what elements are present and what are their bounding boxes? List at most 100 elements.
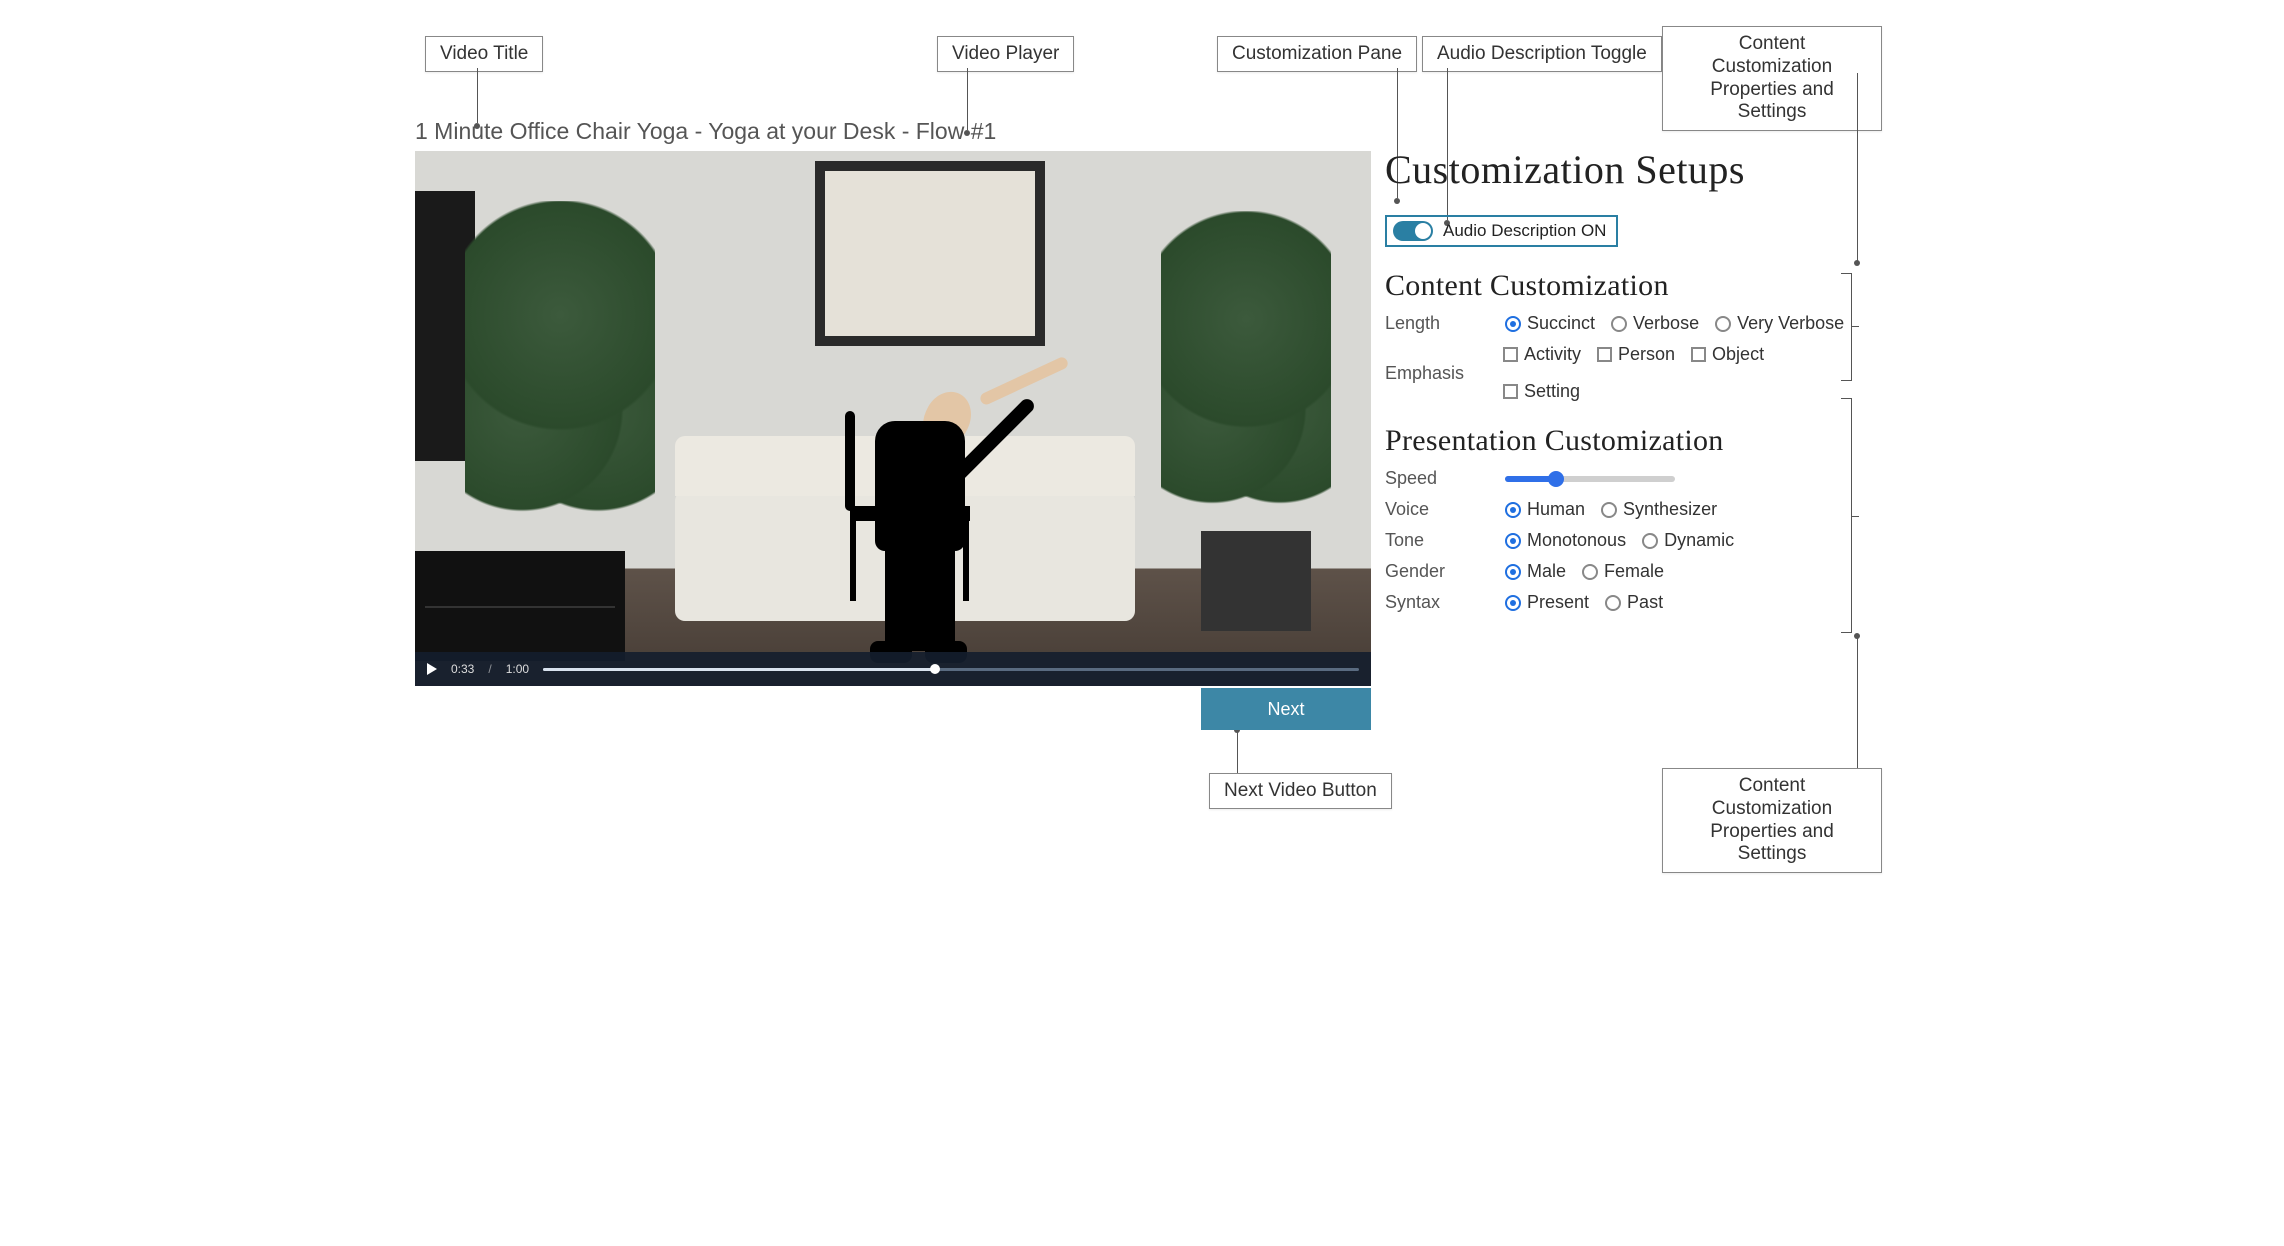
content-heading: Content Customization: [1385, 269, 1850, 303]
emphasis-person[interactable]: Person: [1597, 344, 1675, 365]
checkbox-icon: [1691, 347, 1706, 362]
video-area: 1 Minute Office Chair Yoga - Yoga at you…: [415, 118, 1371, 686]
customization-pane: Customization Setups Audio Description O…: [1385, 146, 1850, 623]
gender-option-male[interactable]: Male: [1505, 561, 1566, 582]
toggle-icon: [1393, 221, 1433, 241]
bracket-content: [1851, 273, 1852, 381]
presentation-heading: Presentation Customization: [1385, 424, 1850, 458]
option-label: Past: [1627, 592, 1663, 613]
connector: [1851, 326, 1859, 327]
voice-option-synth[interactable]: Synthesizer: [1601, 499, 1717, 520]
connector: [1857, 73, 1858, 263]
radio-icon: [1601, 502, 1617, 518]
tone-row: Tone Monotonous Dynamic: [1385, 530, 1850, 551]
tone-option-dynamic[interactable]: Dynamic: [1642, 530, 1734, 551]
callout-content-custom-props-bottom: Content Customization Properties and Set…: [1662, 768, 1882, 873]
emphasis-label: Emphasis: [1385, 363, 1483, 384]
speed-label: Speed: [1385, 468, 1485, 489]
option-label: Male: [1527, 561, 1566, 582]
radio-icon: [1505, 533, 1521, 549]
callout-content-custom-props-top: Content Customization Properties and Set…: [1662, 26, 1882, 131]
voice-label: Voice: [1385, 499, 1485, 520]
time-separator: /: [488, 662, 491, 676]
emphasis-object[interactable]: Object: [1691, 344, 1764, 365]
emphasis-row: Emphasis Activity Person Object Setting: [1385, 344, 1850, 402]
emphasis-activity[interactable]: Activity: [1503, 344, 1581, 365]
emphasis-options: Activity Person Object Setting: [1503, 344, 1850, 402]
gender-label: Gender: [1385, 561, 1485, 582]
syntax-option-present[interactable]: Present: [1505, 592, 1589, 613]
radio-icon: [1715, 316, 1731, 332]
tone-option-mono[interactable]: Monotonous: [1505, 530, 1626, 551]
syntax-label: Syntax: [1385, 592, 1485, 613]
callout-video-player: Video Player: [937, 36, 1074, 72]
length-label: Length: [1385, 313, 1485, 334]
radio-icon: [1505, 564, 1521, 580]
connector: [1851, 516, 1859, 517]
option-label: Verbose: [1633, 313, 1699, 334]
option-label: Very Verbose: [1737, 313, 1844, 334]
emphasis-setting[interactable]: Setting: [1503, 381, 1580, 402]
length-row: Length Succinct Verbose Very Verbose: [1385, 313, 1850, 334]
gender-options: Male Female: [1505, 561, 1664, 582]
gender-row: Gender Male Female: [1385, 561, 1850, 582]
progress-thumb[interactable]: [930, 664, 940, 674]
radio-icon: [1505, 502, 1521, 518]
option-label: Setting: [1524, 381, 1580, 402]
slider-thumb[interactable]: [1548, 471, 1564, 487]
voice-options: Human Synthesizer: [1505, 499, 1717, 520]
callout-customization-pane: Customization Pane: [1217, 36, 1417, 72]
option-label: Person: [1618, 344, 1675, 365]
connector: [1237, 730, 1238, 773]
toggle-label: Audio Description ON: [1443, 221, 1606, 241]
audio-description-toggle[interactable]: Audio Description ON: [1385, 215, 1618, 247]
video-scene: [415, 151, 1371, 686]
voice-option-human[interactable]: Human: [1505, 499, 1585, 520]
radio-icon: [1605, 595, 1621, 611]
callout-audio-desc-toggle: Audio Description Toggle: [1422, 36, 1662, 72]
tone-options: Monotonous Dynamic: [1505, 530, 1734, 551]
checkbox-icon: [1503, 384, 1518, 399]
length-option-succinct[interactable]: Succinct: [1505, 313, 1595, 334]
length-option-verbose[interactable]: Verbose: [1611, 313, 1699, 334]
option-label: Human: [1527, 499, 1585, 520]
video-title: 1 Minute Office Chair Yoga - Yoga at you…: [415, 118, 1371, 145]
speed-slider[interactable]: [1505, 476, 1675, 482]
duration: 1:00: [506, 662, 529, 676]
connector-dot: [1854, 633, 1860, 639]
option-label: Synthesizer: [1623, 499, 1717, 520]
video-controls: 0:33 / 1:00: [415, 652, 1371, 686]
radio-icon: [1642, 533, 1658, 549]
callout-video-title: Video Title: [425, 36, 543, 72]
option-label: Dynamic: [1664, 530, 1734, 551]
tone-label: Tone: [1385, 530, 1485, 551]
option-label: Monotonous: [1527, 530, 1626, 551]
pane-title: Customization Setups: [1385, 146, 1850, 193]
connector: [1857, 636, 1858, 768]
syntax-option-past[interactable]: Past: [1605, 592, 1663, 613]
current-time: 0:33: [451, 662, 474, 676]
length-options: Succinct Verbose Very Verbose: [1505, 313, 1844, 334]
connector: [477, 68, 478, 123]
syntax-options: Present Past: [1505, 592, 1663, 613]
play-icon[interactable]: [427, 663, 437, 675]
radio-icon: [1582, 564, 1598, 580]
gender-option-female[interactable]: Female: [1582, 561, 1664, 582]
progress-bar[interactable]: [543, 668, 1359, 671]
speed-row: Speed: [1385, 468, 1850, 489]
radio-icon: [1505, 595, 1521, 611]
callout-next-video-button: Next Video Button: [1209, 773, 1392, 809]
next-button[interactable]: Next: [1201, 688, 1371, 730]
voice-row: Voice Human Synthesizer: [1385, 499, 1850, 520]
option-label: Succinct: [1527, 313, 1595, 334]
option-label: Activity: [1524, 344, 1581, 365]
option-label: Object: [1712, 344, 1764, 365]
length-option-very-verbose[interactable]: Very Verbose: [1715, 313, 1844, 334]
syntax-row: Syntax Present Past: [1385, 592, 1850, 613]
connector-dot: [1854, 260, 1860, 266]
video-player[interactable]: 0:33 / 1:00: [415, 151, 1371, 686]
checkbox-icon: [1597, 347, 1612, 362]
radio-icon: [1505, 316, 1521, 332]
option-label: Present: [1527, 592, 1589, 613]
checkbox-icon: [1503, 347, 1518, 362]
